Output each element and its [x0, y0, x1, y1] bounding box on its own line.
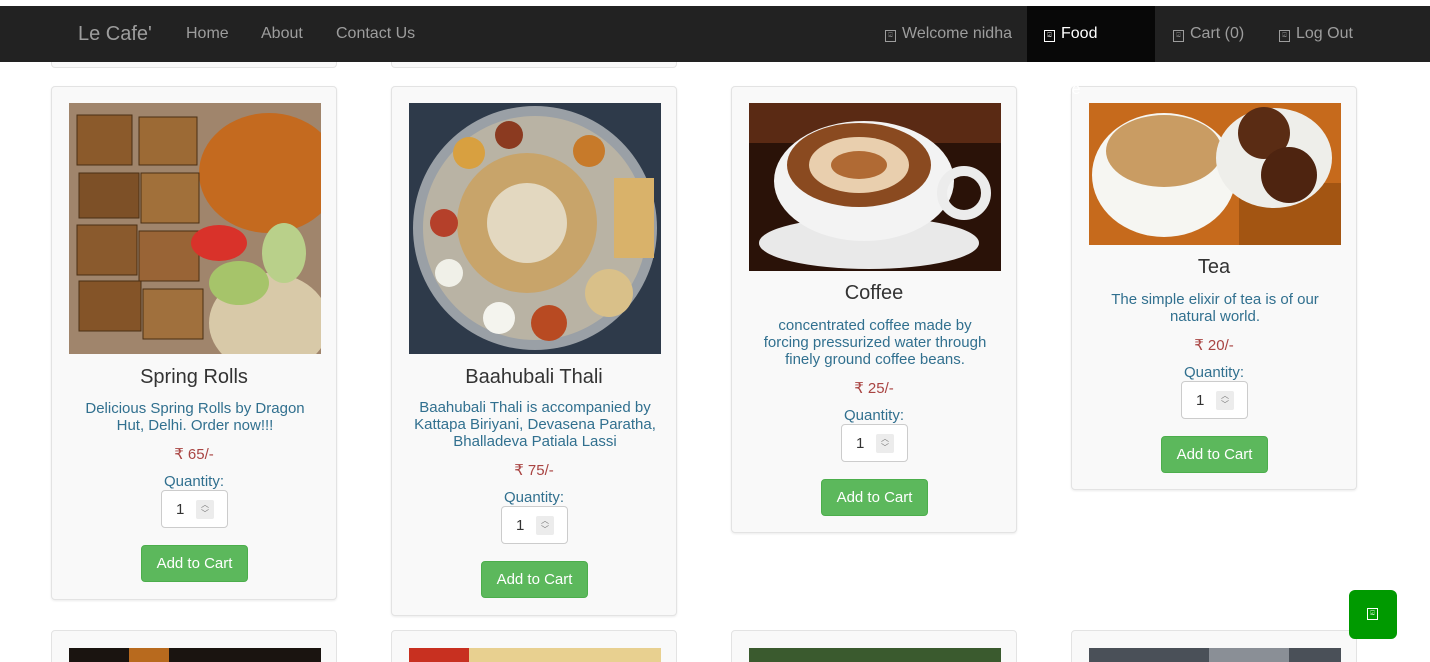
product-price: ₹ 20/-: [1194, 337, 1234, 354]
next-card-top: [51, 630, 337, 662]
spring-rolls-image: [69, 103, 321, 354]
nav-welcome[interactable]: ⍃ Welcome nidha: [885, 6, 1012, 62]
product-price: ₹ 75/-: [514, 462, 554, 479]
spinner-arrows-icon[interactable]: ︿ ﹀: [196, 500, 214, 519]
quantity-value: 1: [1196, 392, 1205, 409]
nav-contact[interactable]: Contact Us: [336, 6, 415, 62]
quantity-stepper[interactable]: 1 ︿ ﹀: [1181, 381, 1248, 419]
chat-icon: ⍃: [1367, 608, 1378, 620]
add-to-cart-button[interactable]: Add to Cart: [1161, 436, 1268, 473]
product-price: ₹ 25/-: [854, 380, 894, 397]
product-description: Delicious Spring Rolls by Dragon Hut, De…: [85, 400, 305, 434]
add-to-cart-button[interactable]: Add to Cart: [481, 561, 588, 598]
quantity-value: 1: [516, 517, 525, 534]
user-icon: ⍃: [885, 30, 896, 42]
spinner-arrows-icon[interactable]: ︿ ﹀: [876, 434, 894, 453]
product-card-coffee: Coffee concentrated coffee made by forci…: [731, 86, 1017, 533]
quantity-label: Quantity:: [163, 473, 225, 490]
product-card-baahubali-thali: Baahubali Thali Baahubali Thali is accom…: [391, 86, 677, 616]
quantity-label: Quantity:: [503, 489, 565, 506]
cart-icon: ⍃: [1173, 30, 1184, 42]
spinner-arrows-icon[interactable]: ︿ ﹀: [1216, 391, 1234, 410]
product-title: Tea: [1197, 256, 1231, 278]
product-card-tea: Tea The simple elixir of tea is of our n…: [1071, 86, 1357, 490]
product-description: Baahubali Thali is accompanied by Kattap…: [414, 399, 656, 450]
nav-cart[interactable]: ⍃ Cart (0): [1173, 6, 1244, 62]
coffee-image: [749, 103, 1001, 271]
logout-icon: ⍃: [1279, 30, 1290, 42]
product-card-spring-rolls: Spring Rolls Delicious Spring Rolls by D…: [51, 86, 337, 600]
food-icon: ⍃: [1044, 30, 1055, 42]
quantity-value: 1: [856, 435, 865, 452]
thali-image: [409, 103, 661, 354]
product-title: Coffee: [844, 282, 904, 304]
product-description: concentrated coffee made by forcing pres…: [763, 317, 987, 368]
navbar: Le Cafe' Home About Contact Us ⍃ Welcome …: [0, 6, 1430, 98]
quantity-value: 1: [176, 501, 185, 518]
spinner-arrows-icon[interactable]: ︿ ﹀: [536, 516, 554, 535]
product-description: The simple elixir of tea is of our natur…: [1111, 291, 1319, 325]
quantity-label: Quantity:: [1183, 364, 1245, 381]
nav-about[interactable]: About: [261, 6, 303, 62]
quantity-label: Quantity:: [843, 407, 905, 424]
nav-logout[interactable]: ⍃ Log Out: [1279, 6, 1353, 62]
chat-button[interactable]: ⍃: [1349, 590, 1397, 639]
next-card-top: [391, 630, 677, 662]
nav-home[interactable]: Home: [186, 6, 229, 62]
next-card-top: [731, 630, 1017, 662]
quantity-stepper[interactable]: 1 ︿ ﹀: [501, 506, 568, 544]
brand[interactable]: Le Cafe': [78, 6, 152, 62]
welcome-label: Welcome nidha: [902, 25, 1012, 42]
product-title: Baahubali Thali: [465, 366, 603, 388]
nav-food-zone[interactable]: ⍃ Food Zone: [1027, 6, 1155, 98]
product-price: ₹ 65/-: [174, 446, 214, 463]
tea-image: [1089, 103, 1341, 245]
quantity-stepper[interactable]: 1 ︿ ﹀: [841, 424, 908, 462]
logout-label: Log Out: [1296, 25, 1353, 42]
add-to-cart-button[interactable]: Add to Cart: [141, 545, 248, 582]
add-to-cart-button[interactable]: Add to Cart: [821, 479, 928, 516]
product-title: Spring Rolls: [140, 366, 248, 388]
quantity-stepper[interactable]: 1 ︿ ﹀: [161, 490, 228, 528]
cart-label: Cart (0): [1190, 25, 1245, 42]
next-card-top: [1071, 630, 1357, 662]
